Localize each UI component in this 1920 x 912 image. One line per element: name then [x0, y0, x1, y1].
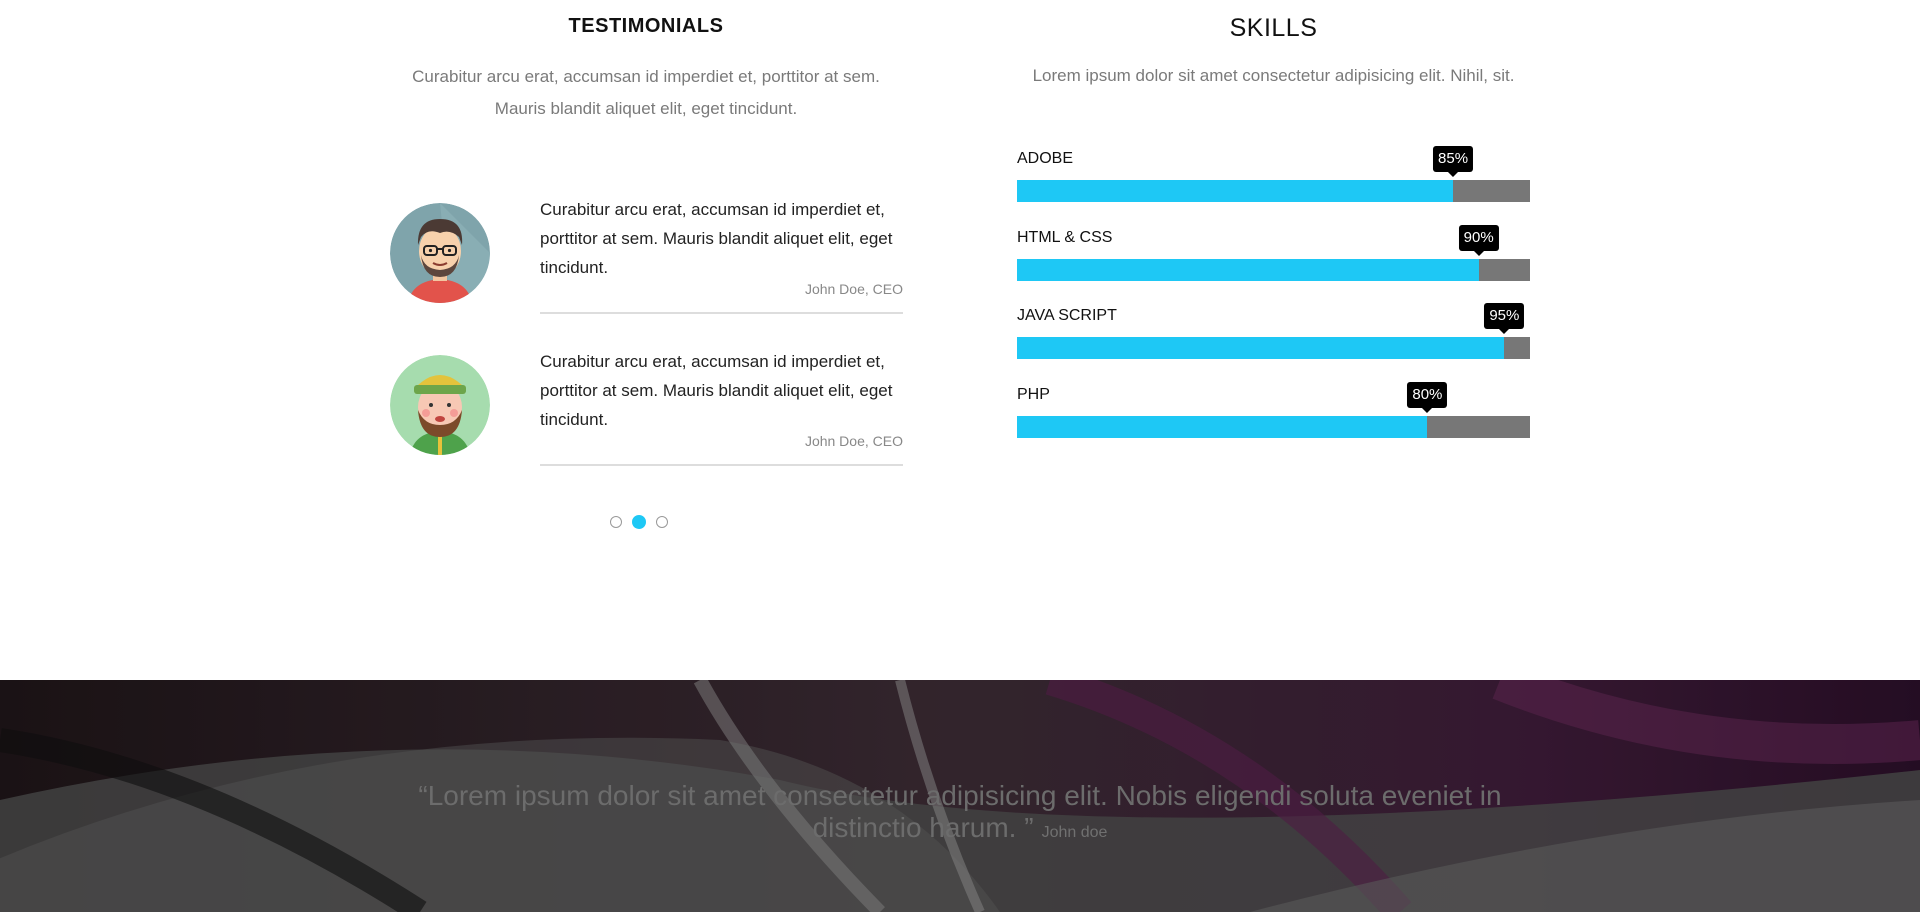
- skill-bar: 85%: [1017, 146, 1530, 202]
- testimonial-divider: [540, 312, 903, 314]
- banner-quote-author: John doe: [1041, 824, 1108, 841]
- skill-percent-tooltip: 95%: [1484, 303, 1525, 334]
- skill-label: JAVA SCRIPT: [1017, 307, 1117, 324]
- skills-subtitle: Lorem ipsum dolor sit amet consectetur a…: [1032, 66, 1515, 85]
- testimonial-text: Curabitur arcu erat, accumsan id imperdi…: [540, 352, 893, 429]
- skills-title: SKILLS: [1229, 14, 1318, 42]
- skill-bar: 80%: [1017, 382, 1530, 438]
- testimonial-divider: [540, 464, 903, 466]
- testimonials-subtitle: Curabitur arcu erat, accumsan id imperdi…: [380, 61, 912, 125]
- skill-bar-fill: [1017, 416, 1428, 438]
- skill-label: ADOBE: [1017, 150, 1074, 167]
- skill-percent-tooltip: 80%: [1407, 382, 1448, 413]
- banner-quote: “Lorem ipsum dolor sit amet consectetur …: [380, 780, 1540, 849]
- skill-bar-fill: [1017, 180, 1454, 202]
- banner-quote-text: “Lorem ipsum dolor sit amet consectetur …: [418, 780, 1502, 843]
- testimonials-subtitle-line-1: Curabitur arcu erat, accumsan id imperdi…: [412, 67, 880, 86]
- carousel-dot-1[interactable]: [610, 516, 622, 528]
- skill-percent-tooltip: 90%: [1458, 225, 1499, 256]
- testimonials-subtitle-line-2: Mauris blandit aliquet elit, eget tincid…: [494, 99, 798, 118]
- skill-bar-fill: [1017, 337, 1505, 359]
- skill-bar: 90%: [1017, 225, 1530, 281]
- testimonial-author: John Doe, CEO: [804, 281, 903, 297]
- testimonials-title: TESTIMONIALS: [568, 15, 724, 37]
- content-section: TESTIMONIALS Curabitur arcu erat, accums…: [0, 0, 1920, 680]
- skills-section: SKILLS Lorem ipsum dolor sit amet consec…: [1017, 0, 1530, 438]
- bearded-man-hat-avatar: [390, 355, 490, 455]
- testimonial-text: Curabitur arcu erat, accumsan id imperdi…: [540, 200, 893, 277]
- skill-percent-tooltip: 85%: [1433, 146, 1474, 177]
- skill-bar: 95%: [1017, 303, 1530, 359]
- quote-banner: “Lorem ipsum dolor sit amet consectetur …: [0, 680, 1920, 912]
- carousel-dot-2[interactable]: [632, 515, 646, 529]
- skill-bar-fill: [1017, 259, 1479, 281]
- testimonial-author: John Doe, CEO: [804, 433, 903, 449]
- man-glasses-avatar: [390, 203, 490, 303]
- carousel-pager: [610, 515, 668, 529]
- testimonials-section: TESTIMONIALS Curabitur arcu erat, accums…: [380, 0, 912, 529]
- skill-label: PHP: [1017, 386, 1050, 403]
- skill-label: HTML & CSS: [1017, 229, 1113, 246]
- carousel-dot-3[interactable]: [656, 516, 668, 528]
